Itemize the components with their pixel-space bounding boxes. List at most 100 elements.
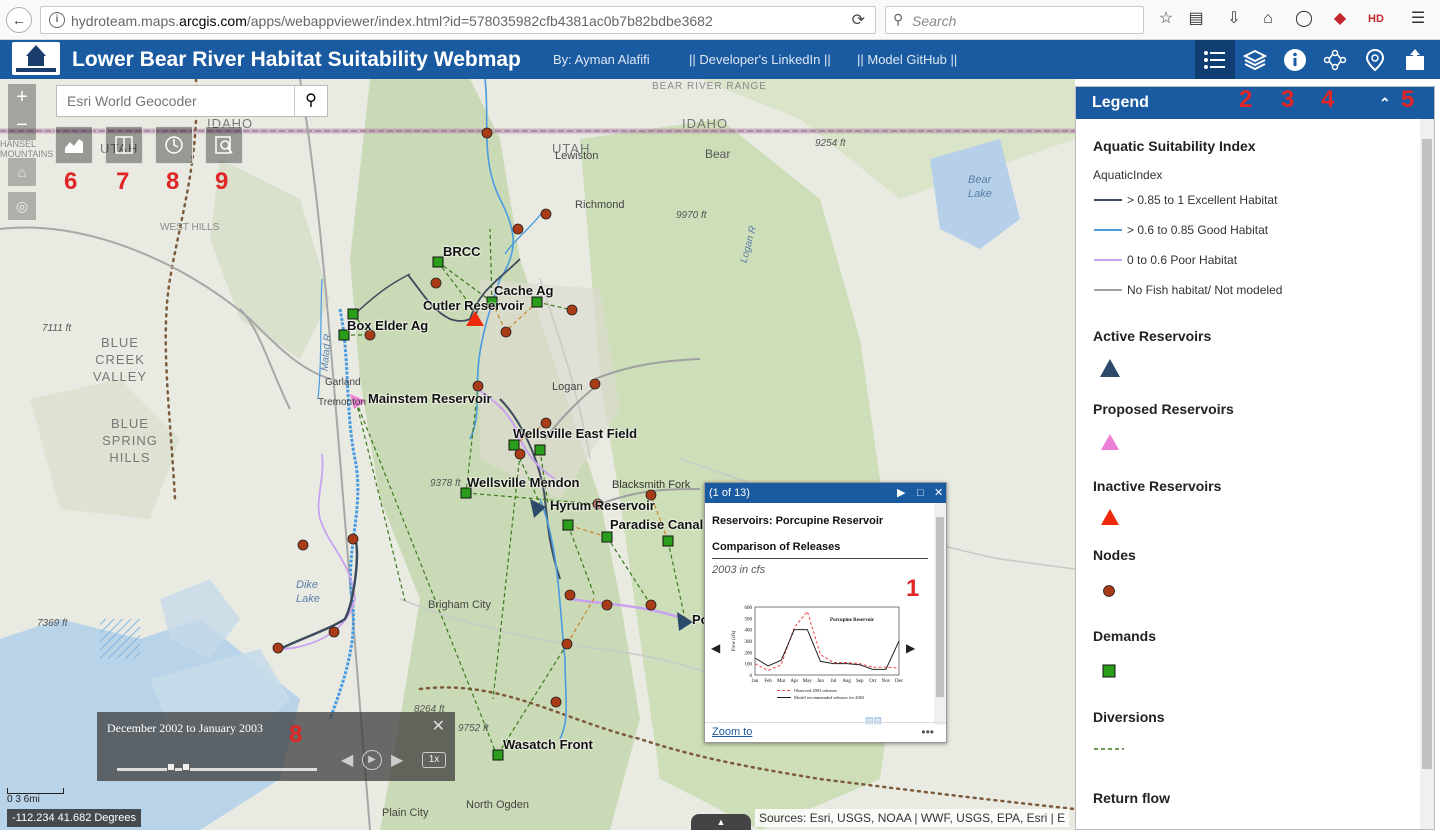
demand-symbol	[1102, 664, 1116, 678]
legend-section-title: Return flow	[1093, 790, 1170, 806]
hd-extension-icon[interactable]: HD	[1366, 9, 1386, 29]
linkedin-link[interactable]: || Developer's LinkedIn ||	[689, 52, 831, 67]
github-link[interactable]: || Model GitHub ||	[857, 52, 957, 67]
reload-icon[interactable]: ⟳	[852, 10, 865, 30]
node-symbol	[1103, 585, 1115, 597]
back-button[interactable]: ←	[6, 7, 32, 33]
town-label: North Ogden	[466, 799, 529, 811]
x-tick-label: Apr	[790, 679, 798, 684]
app-title: Lower Bear River Habitat Suitability Web…	[72, 48, 521, 71]
popup-next-icon[interactable]: ▶	[897, 483, 905, 503]
elevation-label: 9752 ft	[458, 723, 489, 734]
menu-icon[interactable]: ☰	[1408, 9, 1428, 29]
share-icon[interactable]	[1395, 40, 1435, 79]
feature-label-mainstem[interactable]: Mainstem Reservoir	[368, 391, 492, 406]
time-slider[interactable]: December 2002 to January 2003 8 ✕ ◀ ▶ ▶ …	[97, 712, 455, 781]
reading-list-icon[interactable]: ▤	[1186, 9, 1206, 29]
map-view[interactable]: IDAHO UTAH IDAHO UTAH BLUE CREEK VALLEY …	[0, 79, 1075, 830]
geocoder-search[interactable]: ⚲	[56, 85, 328, 117]
download-icon[interactable]: ⇩	[1224, 9, 1244, 29]
annotation-number: 6	[64, 168, 78, 195]
time-slider-start-handle[interactable]	[167, 763, 175, 771]
layers-icon[interactable]	[1235, 40, 1275, 79]
popup-close-icon[interactable]: ✕	[934, 483, 943, 503]
network-icon[interactable]	[1315, 40, 1355, 79]
town-label: Plain City	[382, 807, 429, 819]
home-extent-icon[interactable]: ⌂	[8, 158, 36, 186]
series-line	[754, 629, 900, 670]
feature-label-hyrum[interactable]: Hyrum Reservoir	[550, 498, 655, 513]
next-icon[interactable]: ▶	[391, 750, 403, 770]
close-icon[interactable]: ✕	[432, 716, 445, 736]
feature-label-box-elder[interactable]: Box Elder Ag	[347, 318, 428, 333]
location-pin-icon[interactable]	[1355, 40, 1395, 79]
zoom-out-button[interactable]: −	[8, 112, 36, 140]
feature-label-paradise[interactable]: Paradise Canal	[610, 517, 703, 532]
previous-icon[interactable]: ◀	[341, 750, 353, 770]
annotation-number: 9	[215, 168, 229, 195]
chart-next-icon[interactable]: ▶	[906, 641, 915, 655]
browser-search-input[interactable]: ⚲ Search	[885, 6, 1144, 34]
annotation-number: 8	[289, 721, 303, 748]
popup-maximize-icon[interactable]: □	[917, 483, 924, 503]
x-tick-label: May	[803, 679, 813, 684]
pocket-icon[interactable]: ◯	[1294, 9, 1314, 29]
search-icon: ⚲	[893, 11, 904, 27]
my-location-icon[interactable]: ◎	[8, 192, 36, 220]
town-label: Lewiston	[555, 150, 599, 162]
diversion-symbol	[1094, 748, 1124, 750]
feature-label-wellsville-mendon[interactable]: Wellsville Mendon	[467, 475, 579, 490]
popup-subtitle: 2003 in cfs	[712, 564, 766, 576]
time-slider-end-handle[interactable]	[182, 763, 190, 771]
ublock-icon[interactable]: ◆	[1330, 9, 1350, 29]
zoom-to-link[interactable]: Zoom to	[712, 726, 752, 738]
map-label: BLUE SPRING HILLS	[102, 416, 158, 465]
chart-tool-icon[interactable]	[55, 126, 93, 164]
info-widget-icon[interactable]	[1275, 40, 1315, 79]
x-tick-label: Dec	[895, 679, 903, 684]
bookmark-star-icon[interactable]: ☆	[1156, 9, 1176, 29]
attribute-table-toggle[interactable]: ▲	[691, 814, 751, 830]
proposed-reservoir-symbol	[1101, 434, 1119, 450]
play-icon[interactable]: ▶	[362, 750, 382, 770]
x-tick-label: Jun	[817, 679, 824, 684]
chart-prev-icon[interactable]: ◀	[711, 641, 720, 655]
more-options-icon[interactable]: •••	[921, 725, 934, 739]
search-icon[interactable]: ⚲	[294, 86, 327, 116]
url-bar[interactable]: i hydroteam.maps.arcgis.com/apps/webappv…	[40, 6, 876, 34]
feature-label-cutler[interactable]: Cutler Reservoir	[423, 298, 524, 313]
feature-label-cache-ag[interactable]: Cache Ag	[494, 283, 553, 298]
x-tick-label: Aug	[842, 679, 851, 684]
zoom-in-button[interactable]: +	[8, 84, 36, 112]
legend-widget-button[interactable]	[1195, 40, 1235, 79]
popup-scrollbar[interactable]	[934, 503, 946, 725]
url-text[interactable]: hydroteam.maps.arcgis.com/apps/webappvie…	[71, 13, 713, 29]
feature-label-wasatch[interactable]: Wasatch Front	[503, 737, 593, 752]
legend-line-excellent	[1094, 199, 1122, 201]
elevation-label: 9970 ft	[676, 210, 707, 221]
home-icon[interactable]: ⌂	[1258, 9, 1278, 29]
feature-label-brcc[interactable]: BRCC	[443, 244, 481, 259]
legend-scrollbar[interactable]	[1420, 119, 1434, 829]
speed-button[interactable]: 1x	[422, 752, 446, 768]
collapse-icon[interactable]: ⌃	[1379, 87, 1391, 119]
geocoder-input[interactable]	[57, 86, 295, 116]
x-tick-label: Oct	[869, 679, 877, 684]
legend-item-label: > 0.85 to 1 Excellent Habitat	[1127, 193, 1278, 207]
time-slider-track[interactable]	[117, 768, 317, 771]
annotation-number: 2	[1239, 86, 1253, 113]
annotation-number: 5	[1401, 86, 1415, 113]
feature-popup[interactable]: (1 of 13) ▶ □ ✕ Reservoirs: Porcupine Re…	[704, 482, 947, 743]
info-icon[interactable]: i	[49, 12, 65, 28]
feature-label-wellsville-east[interactable]: Wellsville East Field	[513, 426, 637, 441]
river-label: Blacksmith Fork	[612, 479, 691, 491]
swipe-tool-icon[interactable]	[105, 126, 143, 164]
series-line	[754, 610, 900, 672]
query-tool-icon[interactable]	[205, 126, 243, 164]
y-tick-label: 600	[745, 606, 753, 611]
legend-panel[interactable]: Legend ⌃ Aquatic Suitability Index Aquat…	[1075, 86, 1435, 830]
annotation-number: 7	[116, 168, 130, 195]
time-tool-icon[interactable]	[155, 126, 193, 164]
app-header: Lower Bear River Habitat Suitability Web…	[0, 40, 1440, 79]
coordinates-readout[interactable]: -112.234 41.682 Degrees	[7, 809, 141, 827]
